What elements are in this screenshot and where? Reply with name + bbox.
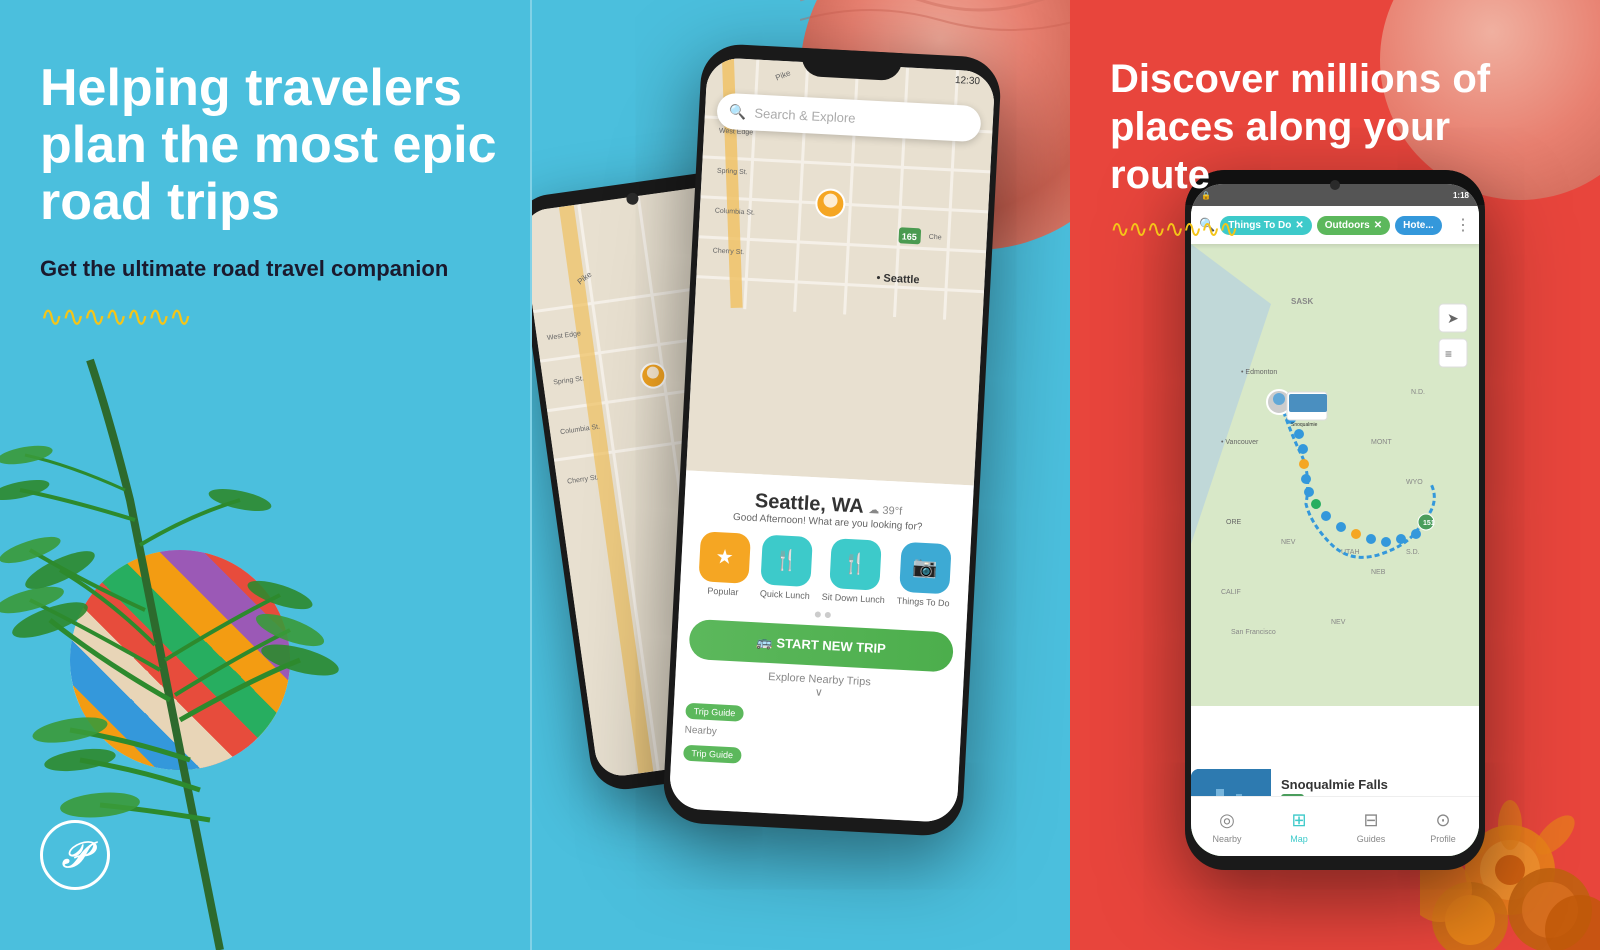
svg-text:≡: ≡ bbox=[1445, 347, 1452, 361]
start-trip-button[interactable]: 🚌 START NEW TRIP bbox=[688, 618, 954, 672]
popular-icon: ★ bbox=[698, 531, 751, 584]
nearby-nav-label: Nearby bbox=[1212, 834, 1241, 844]
svg-text:WYO: WYO bbox=[1406, 479, 1423, 486]
sit-down-lunch-btn[interactable]: 🍴 Sit Down Lunch bbox=[822, 537, 888, 604]
squiggle-decoration: ∿∿∿∿∿∿∿ bbox=[40, 300, 530, 333]
trip-guide-badge: Trip Guide bbox=[685, 702, 743, 721]
popular-btn[interactable]: ★ Popular bbox=[698, 531, 751, 598]
map-nav-label: Map bbox=[1290, 834, 1308, 844]
svg-text:ORE: ORE bbox=[1226, 519, 1242, 526]
dot-2 bbox=[825, 611, 831, 617]
status-time: 12:30 bbox=[955, 75, 981, 87]
svg-text:Che: Che bbox=[929, 234, 942, 242]
quick-lunch-btn[interactable]: 🍴 Quick Lunch bbox=[760, 534, 813, 601]
svg-text:NEV: NEV bbox=[1281, 539, 1296, 546]
nearby-icon: ◎ bbox=[1219, 810, 1235, 831]
sit-down-lunch-label: Sit Down Lunch bbox=[822, 591, 885, 604]
svg-text:San Francisco: San Francisco bbox=[1231, 629, 1276, 636]
phone-primary-screen: Pike West Edge Spring St. Columbia St. C… bbox=[669, 57, 996, 823]
main-headline: Helping travelers plan the most epic roa… bbox=[40, 60, 530, 232]
guides-nav-label: Guides bbox=[1357, 834, 1386, 844]
svg-text:• Edmonton: • Edmonton bbox=[1241, 369, 1277, 376]
right-section: Discover millions of places along your r… bbox=[1070, 0, 1600, 950]
svg-text:• Seattle: • Seattle bbox=[876, 272, 920, 286]
location-header: Seattle, WA ☁ 39°f Good Afternoon! What … bbox=[696, 487, 961, 535]
right-text-block: Discover millions of places along your r… bbox=[1110, 55, 1560, 244]
quick-lunch-label: Quick Lunch bbox=[760, 588, 810, 601]
status-bar: 12:30 bbox=[955, 75, 981, 87]
right-headline: Discover millions of places along your r… bbox=[1110, 55, 1560, 199]
things-to-do-label: Things To Do bbox=[897, 595, 950, 608]
phone-map: Pike West Edge Spring St. Columbia St. C… bbox=[686, 57, 995, 485]
middle-section: Pike West Edge Spring St. Columbia St. C… bbox=[530, 0, 1070, 950]
sit-down-lunch-icon: 🍴 bbox=[829, 538, 882, 591]
right-map-area: 🔍 Things To Do ✕ Outdoors ✕ Hote... ⋮ bbox=[1191, 206, 1479, 706]
temperature: ☁ 39°f bbox=[868, 504, 902, 518]
profile-icon: ⊙ bbox=[1435, 810, 1450, 831]
quick-lunch-icon: 🍴 bbox=[760, 534, 813, 587]
svg-text:MONT: MONT bbox=[1371, 439, 1392, 446]
svg-text:Snoqualmie: Snoqualmie bbox=[1291, 422, 1318, 428]
phone-notch-primary bbox=[801, 48, 902, 81]
svg-text:➤: ➤ bbox=[1447, 310, 1459, 326]
bottom-nav: ◎ Nearby ⊞ Map ⊟ Guides ⊙ Profile bbox=[1191, 796, 1479, 856]
left-text-block: Helping travelers plan the most epic roa… bbox=[40, 60, 530, 333]
dot-1 bbox=[815, 611, 821, 617]
svg-text:165: 165 bbox=[901, 231, 917, 242]
nav-item-guides[interactable]: ⊟ Guides bbox=[1335, 810, 1407, 844]
svg-text:NEB: NEB bbox=[1371, 569, 1386, 576]
svg-text:S.D.: S.D. bbox=[1406, 549, 1420, 556]
svg-text:N.D.: N.D. bbox=[1411, 389, 1425, 396]
svg-text:NEV: NEV bbox=[1331, 619, 1346, 626]
phone-primary: Pike West Edge Spring St. Columbia St. C… bbox=[662, 43, 1002, 838]
svg-text:• Vancouver: • Vancouver bbox=[1221, 439, 1259, 446]
map-icon: ⊞ bbox=[1291, 810, 1306, 831]
svg-text:CALIF: CALIF bbox=[1221, 589, 1241, 596]
phone-bottom-content: Seattle, WA ☁ 39°f Good Afternoon! What … bbox=[669, 470, 974, 823]
right-squiggle: ∿∿∿∿∿∿∿ bbox=[1110, 215, 1560, 244]
guides-icon: ⊟ bbox=[1363, 810, 1378, 831]
svg-text:151: 151 bbox=[1423, 520, 1435, 527]
phone-right: 🔒 1:18 🔍 Things To Do ✕ Outdoors ✕ bbox=[1185, 170, 1485, 870]
things-to-do-icon: 📷 bbox=[899, 541, 952, 594]
right-phone-screen: 🔒 1:18 🔍 Things To Do ✕ Outdoors ✕ bbox=[1191, 184, 1479, 856]
profile-nav-label: Profile bbox=[1430, 834, 1456, 844]
search-placeholder: Search & Explore bbox=[754, 105, 856, 125]
popular-label: Popular bbox=[707, 585, 739, 597]
sub-headline: Get the ultimate road travel companion bbox=[40, 256, 530, 282]
things-to-do-btn[interactable]: 📷 Things To Do bbox=[897, 541, 953, 608]
search-icon: 🔍 bbox=[729, 103, 747, 121]
location-name: Snoqualmie Falls bbox=[1281, 777, 1469, 792]
category-icons: ★ Popular 🍴 Quick Lunch 🍴 Sit Down Lunch… bbox=[692, 531, 959, 609]
trip-guide-badge-2: Trip Guide bbox=[683, 744, 741, 763]
svg-text:SASK: SASK bbox=[1291, 297, 1313, 306]
nav-item-nearby[interactable]: ◎ Nearby bbox=[1191, 810, 1263, 844]
nav-item-map[interactable]: ⊞ Map bbox=[1263, 810, 1335, 844]
nav-item-profile[interactable]: ⊙ Profile bbox=[1407, 810, 1479, 844]
brand-logo: 𝒫 bbox=[40, 820, 110, 890]
left-section: Helping travelers plan the most epic roa… bbox=[0, 0, 530, 950]
